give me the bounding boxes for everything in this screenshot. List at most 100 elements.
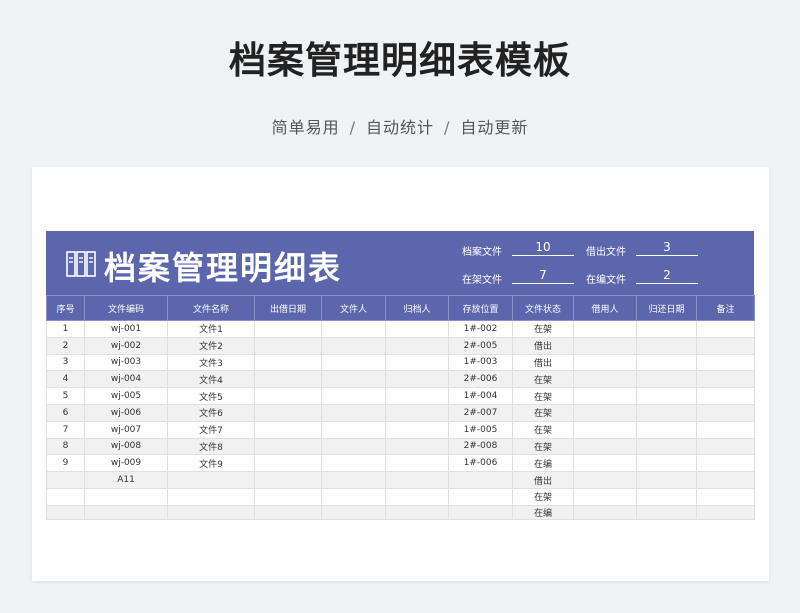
- table-cell[interactable]: [573, 504, 637, 520]
- table-cell[interactable]: [46, 471, 85, 489]
- table-cell[interactable]: [385, 336, 449, 355]
- column-header[interactable]: 归还日期: [636, 295, 697, 321]
- table-cell[interactable]: [254, 370, 322, 389]
- table-cell[interactable]: 1#-002: [448, 320, 513, 338]
- table-cell[interactable]: 2: [46, 336, 85, 355]
- table-cell[interactable]: [167, 487, 255, 506]
- column-header[interactable]: 借用人: [573, 295, 637, 321]
- table-cell[interactable]: 7: [46, 420, 85, 439]
- table-cell[interactable]: [321, 370, 386, 389]
- table-cell[interactable]: [573, 437, 637, 456]
- table-cell[interactable]: 文件4: [167, 370, 255, 389]
- table-cell[interactable]: A11: [84, 471, 168, 489]
- column-header[interactable]: 文件人: [321, 295, 386, 321]
- table-cell[interactable]: [448, 487, 513, 506]
- table-cell[interactable]: 8: [46, 437, 85, 456]
- table-cell[interactable]: [254, 437, 322, 456]
- table-cell[interactable]: wj-006: [84, 403, 168, 422]
- table-cell[interactable]: [385, 403, 449, 422]
- table-cell[interactable]: 1: [46, 320, 85, 338]
- table-cell[interactable]: [321, 403, 386, 422]
- table-cell[interactable]: [696, 353, 755, 372]
- table-cell[interactable]: 2#-005: [448, 336, 513, 355]
- table-cell[interactable]: [573, 420, 637, 439]
- table-cell[interactable]: [254, 504, 322, 520]
- table-cell[interactable]: [254, 387, 322, 405]
- table-cell[interactable]: [167, 471, 255, 489]
- table-cell[interactable]: [696, 437, 755, 456]
- table-cell[interactable]: [573, 320, 637, 338]
- table-cell[interactable]: wj-001: [84, 320, 168, 338]
- table-cell[interactable]: 文件9: [167, 454, 255, 473]
- table-cell[interactable]: [636, 403, 697, 422]
- table-cell[interactable]: wj-009: [84, 454, 168, 473]
- table-cell[interactable]: [696, 320, 755, 338]
- table-cell[interactable]: [696, 454, 755, 473]
- table-cell[interactable]: [321, 471, 386, 489]
- table-cell[interactable]: [636, 320, 697, 338]
- table-cell[interactable]: [573, 487, 637, 506]
- table-cell[interactable]: [385, 504, 449, 520]
- table-cell[interactable]: [254, 420, 322, 439]
- table-cell[interactable]: 借出: [512, 336, 574, 355]
- table-cell[interactable]: 在架: [512, 387, 574, 405]
- table-cell[interactable]: [385, 437, 449, 456]
- table-cell[interactable]: wj-002: [84, 336, 168, 355]
- table-cell[interactable]: 在架: [512, 370, 574, 389]
- column-header[interactable]: 序号: [46, 295, 85, 321]
- table-cell[interactable]: 在架: [512, 487, 574, 506]
- table-cell[interactable]: [385, 320, 449, 338]
- table-cell[interactable]: 文件3: [167, 353, 255, 372]
- table-cell[interactable]: 文件5: [167, 387, 255, 405]
- table-cell[interactable]: 2#-007: [448, 403, 513, 422]
- table-cell[interactable]: 3: [46, 353, 85, 372]
- table-cell[interactable]: 在架: [512, 320, 574, 338]
- column-header[interactable]: 文件状态: [512, 295, 574, 321]
- table-cell[interactable]: [573, 403, 637, 422]
- table-cell[interactable]: 1#-006: [448, 454, 513, 473]
- table-cell[interactable]: 4: [46, 370, 85, 389]
- table-cell[interactable]: [636, 454, 697, 473]
- table-cell[interactable]: [385, 387, 449, 405]
- table-cell[interactable]: [254, 454, 322, 473]
- table-cell[interactable]: [573, 353, 637, 372]
- table-cell[interactable]: [321, 504, 386, 520]
- column-header[interactable]: 存放位置: [448, 295, 513, 321]
- table-cell[interactable]: 文件6: [167, 403, 255, 422]
- table-cell[interactable]: [385, 487, 449, 506]
- table-cell[interactable]: wj-005: [84, 387, 168, 405]
- table-cell[interactable]: [696, 504, 755, 520]
- table-cell[interactable]: 文件1: [167, 320, 255, 338]
- table-cell[interactable]: 1#-005: [448, 420, 513, 439]
- table-cell[interactable]: [321, 487, 386, 506]
- table-cell[interactable]: [254, 320, 322, 338]
- table-cell[interactable]: [636, 471, 697, 489]
- table-cell[interactable]: [636, 504, 697, 520]
- table-cell[interactable]: [573, 454, 637, 473]
- table-cell[interactable]: [385, 370, 449, 389]
- table-cell[interactable]: [254, 336, 322, 355]
- table-cell[interactable]: [254, 487, 322, 506]
- table-cell[interactable]: [448, 471, 513, 489]
- table-cell[interactable]: [573, 336, 637, 355]
- table-cell[interactable]: 借出: [512, 471, 574, 489]
- table-cell[interactable]: [696, 403, 755, 422]
- table-cell[interactable]: [573, 471, 637, 489]
- column-header[interactable]: 出借日期: [254, 295, 322, 321]
- table-cell[interactable]: [321, 387, 386, 405]
- table-cell[interactable]: [321, 353, 386, 372]
- table-cell[interactable]: [448, 504, 513, 520]
- table-cell[interactable]: [696, 487, 755, 506]
- column-header[interactable]: 文件编码: [84, 295, 168, 321]
- table-cell[interactable]: [385, 420, 449, 439]
- table-cell[interactable]: 借出: [512, 353, 574, 372]
- table-cell[interactable]: [636, 487, 697, 506]
- table-cell[interactable]: [46, 487, 85, 506]
- table-cell[interactable]: [696, 471, 755, 489]
- table-cell[interactable]: wj-004: [84, 370, 168, 389]
- table-cell[interactable]: [321, 420, 386, 439]
- table-cell[interactable]: [385, 454, 449, 473]
- table-cell[interactable]: [696, 387, 755, 405]
- table-cell[interactable]: wj-008: [84, 437, 168, 456]
- table-cell[interactable]: [636, 370, 697, 389]
